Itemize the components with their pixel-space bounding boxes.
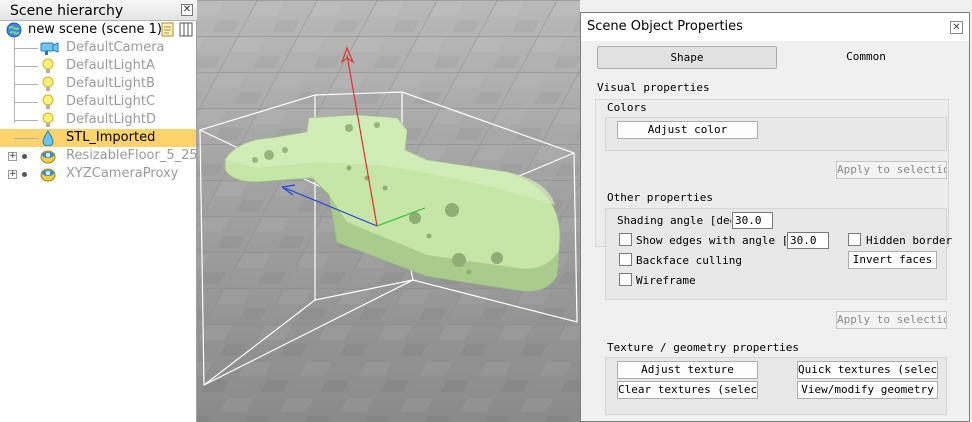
tree-branch <box>14 120 38 121</box>
dialog-title: Scene Object Properties <box>587 19 743 34</box>
tree-item-defaultlightd[interactable]: DefaultLightD <box>0 111 196 129</box>
edge-angle-field[interactable]: 30.0 <box>787 232 829 249</box>
scene-object-properties-dialog: Scene Object Properties ✕ Shape Common V… <box>580 12 970 422</box>
tree-item-defaultcamera[interactable]: DefaultCamera <box>0 39 196 57</box>
tree-item-defaultlightb[interactable]: DefaultLightB <box>0 75 196 93</box>
backface-culling-label: Backface culling <box>636 254 742 267</box>
tree-branch <box>14 48 38 49</box>
close-icon[interactable]: ✕ <box>950 21 963 34</box>
tree-item-label: ResizableFloor_5_25 <box>66 148 198 163</box>
tree-item-label: DefaultLightC <box>66 94 156 109</box>
tree-item-label: STL_Imported <box>66 130 156 145</box>
hidden-border-label: Hidden border <box>866 234 953 247</box>
globe-icon <box>6 22 22 38</box>
tree-branch <box>14 138 38 139</box>
dialog-title-bar: Scene Object Properties ✕ <box>581 13 969 41</box>
view-modify-geometry-button[interactable]: View/modify geometry <box>797 381 938 399</box>
light-icon <box>42 76 54 91</box>
tree-item-label: DefaultLightA <box>66 58 155 73</box>
quick-textures-button[interactable]: Quick textures (selection) <box>797 361 938 379</box>
tree-root[interactable]: new scene (scene 1) <box>0 21 196 39</box>
tree-item-stl-imported[interactable]: STL_Imported <box>0 129 196 147</box>
tab-bar: Shape Common <box>595 46 955 69</box>
show-edges-checkbox[interactable] <box>619 233 632 246</box>
clear-textures-button[interactable]: Clear textures (selection) <box>617 381 758 399</box>
scene-viewport[interactable] <box>197 0 580 422</box>
tree-item-defaultlightc[interactable]: DefaultLightC <box>0 93 196 111</box>
tree-branch <box>14 84 38 85</box>
visibility-dot-icon <box>22 172 27 177</box>
backface-culling-checkbox[interactable] <box>619 253 632 266</box>
visibility-dot-icon <box>22 154 27 159</box>
tree-branch <box>14 102 38 103</box>
hierarchy-title: Scene hierarchy <box>10 3 124 19</box>
apply-to-selection-button[interactable]: Apply to selection <box>836 161 947 179</box>
tree-item-label: XYZCameraProxy <box>66 166 179 181</box>
expand-icon[interactable]: + <box>8 170 17 179</box>
show-edges-label: Show edges with angle [deg] <box>636 234 786 247</box>
shading-angle-field[interactable]: 30.0 <box>732 212 773 229</box>
scene-hierarchy-panel: Scene hierarchy ✕ new scene (scene 1) De… <box>0 0 198 422</box>
viewport-canvas[interactable] <box>197 0 580 422</box>
adjust-color-button[interactable]: Adjust color <box>617 121 758 139</box>
wireframe-checkbox[interactable] <box>619 273 632 286</box>
shading-angle-label: Shading angle [deg] <box>617 214 731 227</box>
close-icon[interactable]: ✕ <box>181 4 193 16</box>
doc-icon[interactable] <box>161 22 175 37</box>
tree-item-xyzcameraproxy[interactable]: + XYZCameraProxy <box>0 165 196 183</box>
invert-faces-button[interactable]: Invert faces <box>848 251 937 269</box>
tree-item-label: DefaultLightB <box>66 76 155 91</box>
wireframe-label: Wireframe <box>636 274 696 287</box>
model-icon <box>40 150 56 164</box>
visual-properties-heading: Visual properties <box>597 81 710 94</box>
light-icon <box>42 112 54 127</box>
tree-branch <box>14 66 38 67</box>
tree-root-label: new scene (scene 1) <box>28 22 162 37</box>
tree-item-label: DefaultLightD <box>66 112 156 127</box>
shape-icon <box>42 130 54 146</box>
columns-icon[interactable] <box>179 22 193 37</box>
other-properties-heading: Other properties <box>607 191 713 204</box>
colors-heading: Colors <box>607 101 647 114</box>
adjust-texture-button[interactable]: Adjust texture <box>617 361 758 379</box>
tab-common[interactable]: Common <box>777 46 955 69</box>
camera-icon <box>40 42 59 55</box>
apply-to-selection-button-2[interactable]: Apply to selection <box>836 311 947 329</box>
light-icon <box>42 94 54 109</box>
tree-item-defaultlighta[interactable]: DefaultLightA <box>0 57 196 75</box>
tree-item-resizablefloor[interactable]: + ResizableFloor_5_25 <box>0 147 198 165</box>
hidden-border-checkbox[interactable] <box>848 233 861 246</box>
light-icon <box>42 58 54 73</box>
texture-geometry-heading: Texture / geometry properties <box>607 341 800 354</box>
expand-icon[interactable]: + <box>8 152 17 161</box>
tree-item-label: DefaultCamera <box>66 40 165 55</box>
tab-shape[interactable]: Shape <box>597 46 777 69</box>
hierarchy-title-bar: Scene hierarchy ✕ <box>0 0 197 21</box>
model-icon <box>40 168 56 182</box>
